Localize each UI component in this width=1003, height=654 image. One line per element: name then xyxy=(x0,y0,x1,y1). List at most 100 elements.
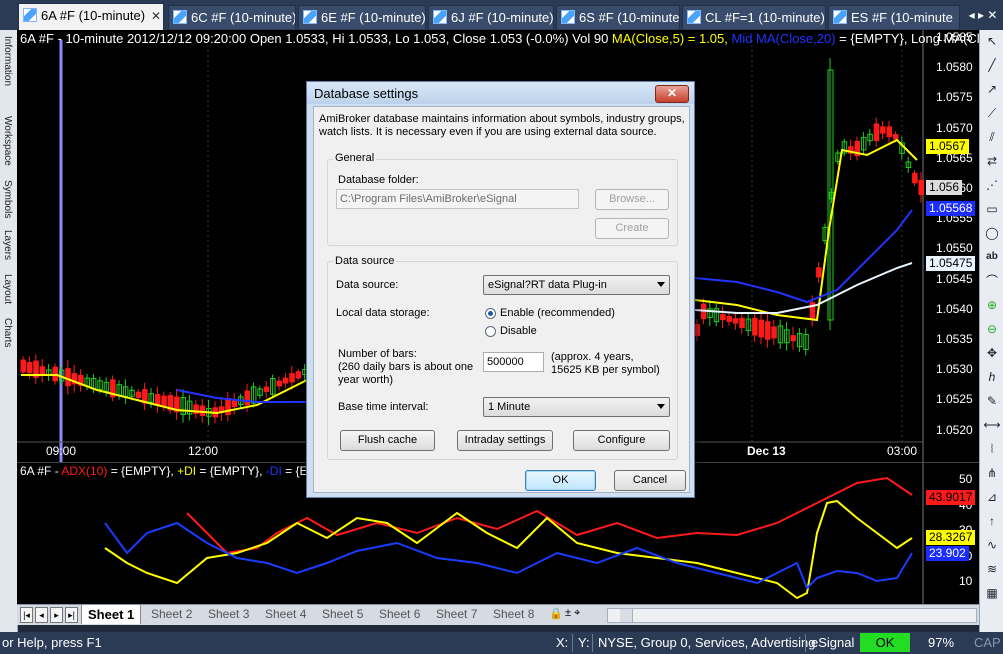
disable-radio[interactable] xyxy=(485,326,496,337)
lock-icon[interactable]: 🔒 xyxy=(549,607,563,620)
configure-button[interactable]: Configure xyxy=(573,430,670,451)
candle-body xyxy=(26,361,33,374)
close-icon[interactable]: ✕ xyxy=(655,85,689,103)
base-interval-value: 1 Minute xyxy=(488,401,531,413)
next-sheet-button[interactable]: ▸ xyxy=(50,607,63,623)
candle-body xyxy=(276,380,282,387)
arrow-up-icon[interactable]: ↑ xyxy=(983,512,1001,530)
indicator-header: 6A #F - ADX(10) = {EMPTY}, +DI = {EMPTY}… xyxy=(20,464,317,478)
tab-6c[interactable]: 6C #F (10-minute) xyxy=(168,5,296,29)
andrews-pitchfork-icon[interactable]: ⋔ xyxy=(983,464,1001,482)
trend-tool-icon[interactable]: ⟋ xyxy=(983,104,1001,122)
sheet-tab-4[interactable]: Sheet 4 xyxy=(259,605,312,624)
status-separator xyxy=(805,634,806,652)
scrollbar-thumb[interactable] xyxy=(620,609,633,622)
candle-body xyxy=(892,134,899,140)
arc-tool-icon[interactable]: ⌒ xyxy=(983,272,1001,290)
create-button[interactable]: Create xyxy=(595,218,669,239)
bars-label: Number of bars: xyxy=(338,348,417,360)
candle-body xyxy=(161,395,167,407)
pencil-tool-icon[interactable]: ✎ xyxy=(983,392,1001,410)
strip-layout[interactable]: Layout xyxy=(2,274,13,304)
sheet-tools-icon[interactable]: ± ⌖ xyxy=(565,607,580,620)
zoom-in-icon[interactable]: ⊕ xyxy=(983,296,1001,314)
tab-label: 6C #F (10-minute) xyxy=(191,10,296,25)
x-tick-label: 03:00 xyxy=(887,444,918,458)
measure-tool-icon[interactable]: ⟷ xyxy=(983,416,1001,434)
ellipse-tool-icon[interactable]: ◯ xyxy=(983,224,1001,242)
tab-6j[interactable]: 6J #F (10-minute) xyxy=(428,5,554,29)
sheet-tab-3[interactable]: Sheet 3 xyxy=(202,605,255,624)
tab-6a[interactable]: 6A #F (10-minute) ✕ xyxy=(18,3,164,30)
strip-information[interactable]: Information xyxy=(2,36,13,86)
ind-header-mdi: -DI xyxy=(265,464,282,478)
data-source-select[interactable]: eSignal?RT data Plug-in xyxy=(483,275,670,295)
prev-sheet-button[interactable]: ◂ xyxy=(35,607,48,623)
bars-hint-line2: year worth) xyxy=(338,374,394,386)
horizontal-line-icon[interactable]: ⇄ xyxy=(983,152,1001,170)
zoom-out-icon[interactable]: ⊖ xyxy=(983,320,1001,338)
disable-radio-label[interactable]: Disable xyxy=(500,325,537,337)
horizontal-scrollbar[interactable] xyxy=(607,608,977,623)
strip-workspace[interactable]: Workspace xyxy=(2,116,13,166)
status-data-source[interactable]: eSignal xyxy=(811,635,854,650)
status-zoom: 97% xyxy=(928,635,955,650)
tab-6e[interactable]: 6E #F (10-minute) xyxy=(298,5,426,29)
text-tool-icon[interactable]: ab xyxy=(983,248,1001,266)
strip-layers[interactable]: Layers xyxy=(2,230,13,260)
candle-body xyxy=(873,123,880,141)
sheet-tab-5[interactable]: Sheet 5 xyxy=(316,605,369,624)
base-interval-select[interactable]: 1 Minute xyxy=(483,397,670,417)
rectangle-tool-icon[interactable]: ▭ xyxy=(983,200,1001,218)
formula-tool-icon[interactable]: h xyxy=(983,368,1001,386)
signal-tool-icon[interactable]: ≋ xyxy=(983,560,1001,578)
gann-tool-icon[interactable]: ⊿ xyxy=(983,488,1001,506)
flush-cache-button[interactable]: Flush cache xyxy=(340,430,435,451)
first-sheet-button[interactable]: |◂ xyxy=(20,607,33,623)
cancel-button[interactable]: Cancel xyxy=(614,470,686,491)
cycle-tool-icon[interactable]: ⦚ xyxy=(983,440,1001,458)
sheet-tab-8[interactable]: Sheet 8 xyxy=(487,605,540,624)
status-bar: or Help, press F1 X: Y: NYSE, Group 0, S… xyxy=(0,632,1003,654)
candle-body xyxy=(263,386,270,392)
sheet-tab-2[interactable]: Sheet 2 xyxy=(145,605,198,624)
candle-body xyxy=(289,373,295,383)
ok-button[interactable]: OK xyxy=(525,470,596,491)
pan-tool-icon[interactable]: ✥ xyxy=(983,344,1001,362)
sheet-tab-6[interactable]: Sheet 6 xyxy=(373,605,426,624)
sheet-tab-7[interactable]: Sheet 7 xyxy=(430,605,483,624)
last-sheet-button[interactable]: ▸| xyxy=(65,607,78,623)
grid-tool-icon[interactable]: ▦ xyxy=(983,584,1001,602)
pdi-value-tag: 28.3267 xyxy=(926,530,976,545)
line-tool-icon[interactable]: ╱ xyxy=(983,56,1001,74)
status-ok-indicator[interactable]: OK xyxy=(860,633,910,652)
enable-radio-label[interactable]: Enable (recommended) xyxy=(500,307,615,319)
tab-6s[interactable]: 6S #F (10-minute) xyxy=(556,5,680,29)
fib-tool-icon[interactable]: ⋰ xyxy=(983,176,1001,194)
tab-cl[interactable]: CL #F=1 (10-minute) xyxy=(682,5,826,29)
tab-es[interactable]: ES #F (10-minute xyxy=(828,5,960,29)
enable-radio[interactable] xyxy=(485,308,496,319)
window-buttons[interactable]: ◂ ▸ ✕ xyxy=(963,4,1003,26)
y-tick-label: 1.0575 xyxy=(936,90,973,105)
local-storage-label: Local data storage: xyxy=(336,307,430,319)
arrow-tool-icon[interactable]: ↖ xyxy=(983,32,1001,50)
candle-body xyxy=(726,316,732,322)
intraday-settings-button[interactable]: Intraday settings xyxy=(457,430,553,451)
candle-body xyxy=(694,324,700,336)
candle-body xyxy=(20,359,26,373)
browse-button[interactable]: Browse... xyxy=(595,189,669,210)
number-of-bars-input[interactable]: 500000 xyxy=(483,352,544,372)
general-group-label: General xyxy=(333,152,377,164)
wave-tool-icon[interactable]: ∿ xyxy=(983,536,1001,554)
ray-tool-icon[interactable]: ↗ xyxy=(983,80,1001,98)
dialog-title-bar[interactable]: Database settings ✕ xyxy=(307,82,694,104)
tab-label: ES #F (10-minute xyxy=(851,10,953,25)
channel-tool-icon[interactable]: ⫽ xyxy=(983,128,1001,146)
strip-symbols[interactable]: Symbols xyxy=(2,180,13,218)
database-folder-field[interactable]: C:\Program Files\AmiBroker\eSignal xyxy=(336,189,579,209)
strip-charts[interactable]: Charts xyxy=(2,318,13,347)
close-icon[interactable]: ✕ xyxy=(151,9,161,23)
sheet-tab-1[interactable]: Sheet 1 xyxy=(81,605,142,624)
candle-body xyxy=(771,326,777,339)
